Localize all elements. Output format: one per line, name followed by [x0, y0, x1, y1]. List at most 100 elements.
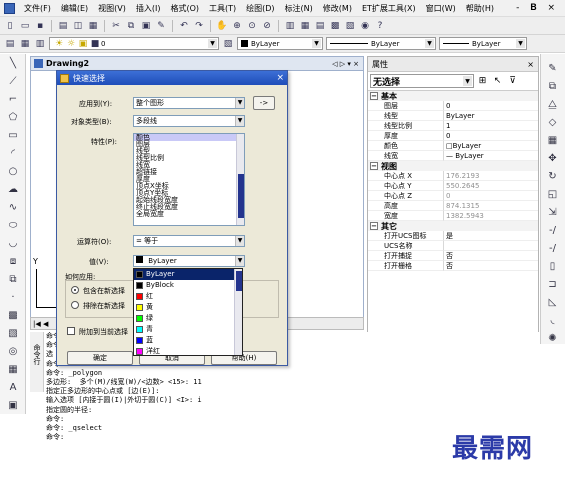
gradient-icon[interactable]: ▧	[7, 328, 19, 340]
trim-icon[interactable]: -/	[546, 224, 559, 237]
stretch-icon[interactable]: ⇲	[546, 206, 559, 219]
circle-icon[interactable]: ○	[7, 166, 19, 178]
chamfer-icon[interactable]: ◺	[546, 296, 559, 309]
open-folder-icon[interactable]: ▭	[19, 20, 31, 32]
line-icon[interactable]: ╲	[7, 58, 19, 70]
value-option[interactable]: 洋红	[134, 346, 242, 355]
chevron-down-icon[interactable]: ▼	[312, 39, 321, 48]
object-type-select[interactable]: 多段线 ▼	[133, 115, 245, 127]
menu-view[interactable]: 视图(V)	[93, 3, 131, 14]
arc-icon[interactable]: ◜	[7, 148, 19, 160]
operator-select[interactable]: = 等于 ▼	[133, 235, 245, 247]
value-scrollbar[interactable]	[234, 269, 242, 355]
scroll-thumb[interactable]	[238, 174, 244, 218]
layer-state-icon[interactable]: ▦	[19, 38, 31, 50]
match-properties-icon[interactable]: ✎	[155, 20, 167, 32]
extend-icon[interactable]: -/	[546, 242, 559, 255]
properties-icon[interactable]: ▥	[284, 20, 296, 32]
mirror-icon[interactable]: ⧋	[546, 98, 559, 111]
print-icon[interactable]: ▤	[57, 20, 69, 32]
join-icon[interactable]: ⊐	[546, 278, 559, 291]
property-value[interactable]: 874.1315	[444, 201, 538, 211]
hatch-icon[interactable]: ▩	[7, 310, 19, 322]
property-group[interactable]: − 基本	[368, 91, 538, 101]
chevron-down-icon[interactable]: ▼	[235, 256, 244, 266]
layer-previous-icon[interactable]: ▥	[34, 38, 46, 50]
chevron-down-icon[interactable]: ▼	[235, 98, 244, 108]
property-value[interactable]: 1	[444, 121, 538, 131]
scroll-thumb[interactable]	[236, 271, 242, 291]
zoom-previous-icon[interactable]: ⊘	[261, 20, 273, 32]
value-option[interactable]: ByLayer	[134, 269, 242, 280]
print-preview-icon[interactable]: ◫	[72, 20, 84, 32]
explode-icon[interactable]: ✺	[546, 332, 559, 345]
quick-select-icon[interactable]: ⊽	[506, 75, 519, 88]
value-option[interactable]: 红	[134, 291, 242, 302]
property-row[interactable]: UCS名称	[368, 241, 538, 251]
property-value[interactable]: 否	[444, 251, 538, 261]
menu-edit[interactable]: 编辑(E)	[56, 3, 93, 14]
drawing-tab-controls[interactable]: ◁ ▷ ▾ ×	[332, 60, 359, 68]
menu-modify[interactable]: 修改(M)	[318, 3, 357, 14]
property-list-item[interactable]: 超链接	[134, 169, 244, 176]
publish-icon[interactable]: ▦	[87, 20, 99, 32]
layer-combo[interactable]: ☀ ☼ ▣ ■ 0 ▼	[49, 37, 219, 50]
point-icon[interactable]: ·	[7, 292, 19, 304]
layer-manager-icon[interactable]: ▤	[4, 38, 16, 50]
select-objects-button[interactable]: ->	[253, 96, 275, 110]
table-icon[interactable]: ▦	[7, 364, 19, 376]
property-group[interactable]: − 视图	[368, 161, 538, 171]
help-icon[interactable]: ?	[374, 20, 386, 32]
menu-insert[interactable]: 插入(I)	[131, 3, 166, 14]
chevron-down-icon[interactable]: ▼	[425, 39, 434, 48]
design-center-icon[interactable]: ▦	[299, 20, 311, 32]
property-value[interactable]: 是	[444, 231, 538, 241]
make-current-icon[interactable]: ▧	[222, 38, 234, 50]
array-icon[interactable]: ▦	[546, 134, 559, 147]
value-option[interactable]: 黄	[134, 302, 242, 313]
property-value[interactable]: 176.2193	[444, 171, 538, 181]
calculator-icon[interactable]: ▧	[344, 20, 356, 32]
chevron-down-icon[interactable]: ▼	[235, 116, 244, 126]
zoom-window-icon[interactable]: ⊙	[246, 20, 258, 32]
insert-block-icon[interactable]: ⧈	[7, 256, 19, 268]
chevron-down-icon[interactable]: ▼	[463, 76, 472, 86]
window-controls[interactable]: - 𝐁 ×	[516, 3, 565, 13]
move-icon[interactable]: ✥	[546, 152, 559, 165]
tool-palettes-icon[interactable]: ▤	[314, 20, 326, 32]
property-value[interactable]: 否	[444, 261, 538, 271]
linetype-combo[interactable]: ByLayer ▼	[326, 37, 436, 50]
property-row[interactable]: 打开捕捉否	[368, 251, 538, 261]
undo-icon[interactable]: ↶	[178, 20, 190, 32]
value-option[interactable]: 青	[134, 324, 242, 335]
break-icon[interactable]: ▯	[546, 260, 559, 273]
collapse-icon[interactable]: −	[370, 92, 378, 100]
property-value[interactable]: 0	[444, 101, 538, 111]
value-option[interactable]: 绿	[134, 313, 242, 324]
property-value[interactable]: □ByLayer	[444, 141, 538, 151]
construction-line-icon[interactable]: ⟋	[7, 76, 19, 88]
property-value[interactable]: 0	[444, 131, 538, 141]
value-option[interactable]: ByBlock	[134, 280, 242, 291]
property-row[interactable]: 高度 874.1315	[368, 201, 538, 211]
prev-tab-icon[interactable]: ◀	[43, 320, 51, 328]
toggle-pickadd-icon[interactable]: ⊞	[476, 75, 489, 88]
drawing-tab[interactable]: Drawing2 ◁ ▷ ▾ ×	[30, 56, 364, 71]
new-file-icon[interactable]: ▯	[4, 20, 16, 32]
collapse-icon[interactable]: −	[370, 222, 378, 230]
chevron-down-icon[interactable]: ▼	[516, 39, 525, 48]
erase-icon[interactable]: ✎	[546, 62, 559, 75]
make-block-icon[interactable]: ⧉	[7, 274, 19, 286]
append-checkbox[interactable]	[67, 327, 75, 335]
paste-icon[interactable]: ▣	[140, 20, 152, 32]
property-value[interactable]	[444, 241, 538, 251]
menu-help[interactable]: 帮助(H)	[461, 3, 499, 14]
property-row[interactable]: 中心点 X 176.2193	[368, 171, 538, 181]
property-row[interactable]: 中心点 Y 550.2645	[368, 181, 538, 191]
pan-icon[interactable]: ✋	[216, 20, 228, 32]
chevron-down-icon[interactable]: ▼	[208, 39, 217, 48]
color-combo[interactable]: ByLayer ▼	[237, 37, 323, 50]
copy-object-icon[interactable]: ⧉	[546, 80, 559, 93]
properties-close-icon[interactable]: ×	[527, 60, 534, 69]
rotate-icon[interactable]: ↻	[546, 170, 559, 183]
